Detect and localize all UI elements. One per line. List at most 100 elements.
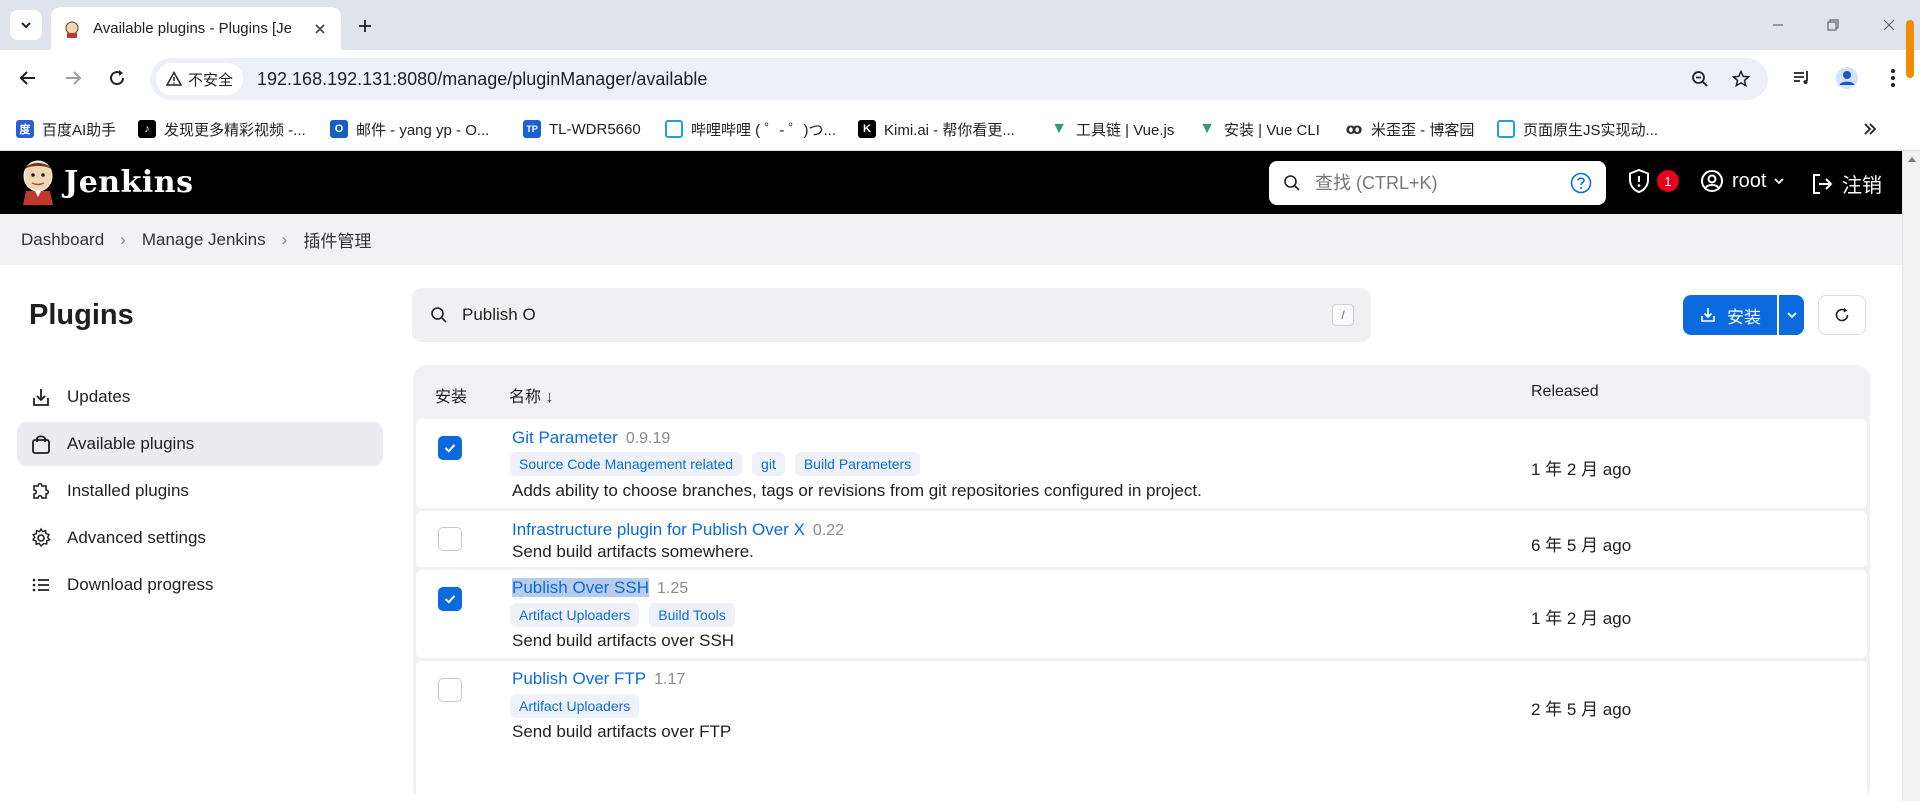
plugin-version: 1.17 xyxy=(654,671,686,688)
plugin-name[interactable]: Git Parameter xyxy=(512,428,618,447)
sidebar-item-advanced-settings[interactable]: Advanced settings xyxy=(17,516,383,560)
plugin-tag[interactable]: Build Tools xyxy=(649,603,735,627)
tab-title: Available plugins - Plugins [Je xyxy=(93,20,293,37)
star-icon xyxy=(1732,70,1750,88)
plugin-version: 0.9.19 xyxy=(625,430,671,447)
plugin-tag[interactable]: Source Code Management related xyxy=(510,452,743,476)
reload-button[interactable] xyxy=(101,62,133,94)
user-menu[interactable]: root xyxy=(1700,169,1786,193)
plugin-name-link[interactable]: Git Parameter 0.9.19 xyxy=(512,428,670,448)
sidebar-item-installed-plugins[interactable]: Installed plugins xyxy=(17,469,383,513)
media-button[interactable] xyxy=(1787,63,1817,93)
chevron-down-icon xyxy=(21,22,31,29)
bookmark-item[interactable]: 哔哩哔哩 ( ゜- ゜)つ... xyxy=(665,117,836,141)
jenkins-search-box[interactable] xyxy=(1269,161,1606,205)
back-button[interactable] xyxy=(12,62,44,94)
logout-button[interactable]: 注销 xyxy=(1810,169,1882,198)
bookmarks-overflow-button[interactable] xyxy=(1862,117,1878,141)
jenkins-search-input[interactable] xyxy=(1315,172,1570,194)
bookmark-item[interactable]: ♪ 发现更多精彩视频 -... xyxy=(138,117,306,141)
plugin-tag[interactable]: Artifact Uploaders xyxy=(510,694,640,718)
address-bar[interactable]: 不安全 192.168.192.131:8080/manage/pluginMa… xyxy=(150,58,1768,100)
column-released[interactable]: Released xyxy=(1531,383,1599,401)
plugin-checkbox[interactable] xyxy=(438,436,462,460)
tab-close-icon[interactable] xyxy=(311,20,329,38)
jenkins-home-link[interactable]: Jenkins xyxy=(20,159,193,205)
bookmark-item[interactable]: ꝏ 米歪歪 - 博客园 xyxy=(1345,117,1475,141)
plugin-name-link[interactable]: Publish Over FTP 1.17 xyxy=(512,669,685,689)
plugin-name[interactable]: Infrastructure plugin for Publish Over X xyxy=(512,520,805,539)
check-now-button[interactable] xyxy=(1818,295,1866,335)
security-alert-button[interactable]: 1 xyxy=(1627,168,1679,194)
bookmark-item[interactable]: O 邮件 - yang yp - O... xyxy=(330,117,489,141)
cnblogs-icon: ꝏ xyxy=(1345,121,1363,138)
plugin-checkbox[interactable] xyxy=(438,527,462,551)
outlook-icon: O xyxy=(330,120,348,138)
security-chip[interactable]: 不安全 xyxy=(156,63,244,95)
bookmark-item[interactable]: 页面原生JS实现动... xyxy=(1497,117,1658,141)
bookmark-item[interactable]: ▼ 安装 | Vue CLI xyxy=(1198,117,1320,141)
close-window-button[interactable] xyxy=(1876,12,1902,38)
sidebar-item-updates[interactable]: Updates xyxy=(17,375,383,419)
breadcrumb-plugin-manager[interactable]: 插件管理 xyxy=(303,227,371,252)
minimize-icon xyxy=(1773,24,1783,26)
tiktok-icon: ♪ xyxy=(138,120,156,138)
vue-icon: ▼ xyxy=(1051,120,1067,137)
bookmark-item[interactable]: ▼ 工具链 | Vue.js xyxy=(1050,117,1174,141)
new-tab-button[interactable] xyxy=(352,13,378,39)
restore-button[interactable] xyxy=(1820,12,1846,38)
plugin-checkbox[interactable] xyxy=(438,678,462,702)
tab-search-button[interactable] xyxy=(10,10,42,40)
plugin-name[interactable]: Publish Over SSH xyxy=(512,578,649,597)
vue-icon: ▼ xyxy=(1199,120,1215,137)
minimize-button[interactable] xyxy=(1765,12,1791,38)
bookmark-item[interactable]: TP TL-WDR5660 xyxy=(523,117,641,141)
plugin-name-link[interactable]: Infrastructure plugin for Publish Over X… xyxy=(512,520,844,540)
kebab-menu-icon xyxy=(1891,69,1895,87)
download-icon xyxy=(29,385,53,409)
plugin-description: Send build artifacts over SSH xyxy=(512,631,735,650)
refresh-icon xyxy=(1835,307,1849,322)
bookmark-item[interactable]: 度 百度AI助手 xyxy=(16,117,116,141)
plugin-released: 1 年 2 月 ago xyxy=(1531,460,1632,479)
shopping-bag-icon xyxy=(29,432,53,456)
profile-button[interactable] xyxy=(1832,63,1862,93)
help-icon[interactable] xyxy=(1570,172,1592,194)
plugin-tag[interactable]: git xyxy=(752,452,785,476)
plugin-name[interactable]: Publish Over FTP xyxy=(512,669,646,688)
bookmark-star-button[interactable] xyxy=(1728,66,1754,92)
forward-button[interactable] xyxy=(57,62,89,94)
plugin-description: Adds ability to choose branches, tags or… xyxy=(512,481,1202,500)
table-row: Publish Over FTP 1.17 Artifact Uploaders … xyxy=(416,661,1867,801)
scroll-up-icon[interactable] xyxy=(1907,155,1917,163)
sidebar-item-download-progress[interactable]: Download progress xyxy=(17,563,383,607)
plugin-filter-box[interactable]: / xyxy=(412,288,1371,342)
browser-tab-bar: Available plugins - Plugins [Je xyxy=(0,0,1920,50)
bookmark-label: 页面原生JS实现动... xyxy=(1523,121,1659,139)
logout-label: 注销 xyxy=(1842,175,1882,197)
plugin-tags: Artifact Uploaders xyxy=(510,694,649,718)
restore-icon xyxy=(1827,19,1839,31)
page-scrollbar[interactable] xyxy=(1902,151,1920,801)
bookmark-item[interactable]: K Kimi.ai - 帮你看更... xyxy=(858,117,1015,141)
plugin-tag[interactable]: Artifact Uploaders xyxy=(510,603,640,627)
plugin-tag[interactable]: Build Parameters xyxy=(794,452,921,476)
browser-menu-button[interactable] xyxy=(1878,63,1908,93)
install-button[interactable]: 安装 xyxy=(1683,295,1777,335)
column-name-sort[interactable]: 名称 ↓ xyxy=(509,383,553,407)
bookmark-label: 邮件 - yang yp - O... xyxy=(356,121,490,139)
zoom-button[interactable] xyxy=(1687,66,1713,92)
install-options-dropdown[interactable] xyxy=(1779,295,1804,335)
search-icon xyxy=(431,307,447,323)
table-row: Publish Over SSH 1.25 Artifact Uploaders … xyxy=(416,570,1867,658)
browser-tab-active[interactable]: Available plugins - Plugins [Je xyxy=(51,7,341,50)
tab-scroll-thumb[interactable] xyxy=(1906,20,1914,78)
plugin-filter-input[interactable] xyxy=(462,305,1332,325)
breadcrumb-dashboard[interactable]: Dashboard xyxy=(21,230,104,250)
sidebar-item-label: Available plugins xyxy=(67,434,195,453)
plugin-name-link[interactable]: Publish Over SSH 1.25 xyxy=(512,578,688,598)
sidebar-item-available-plugins[interactable]: Available plugins xyxy=(17,422,383,466)
logout-icon xyxy=(1813,173,1833,194)
plugin-checkbox[interactable] xyxy=(438,587,462,611)
breadcrumb-manage-jenkins[interactable]: Manage Jenkins xyxy=(142,230,266,250)
